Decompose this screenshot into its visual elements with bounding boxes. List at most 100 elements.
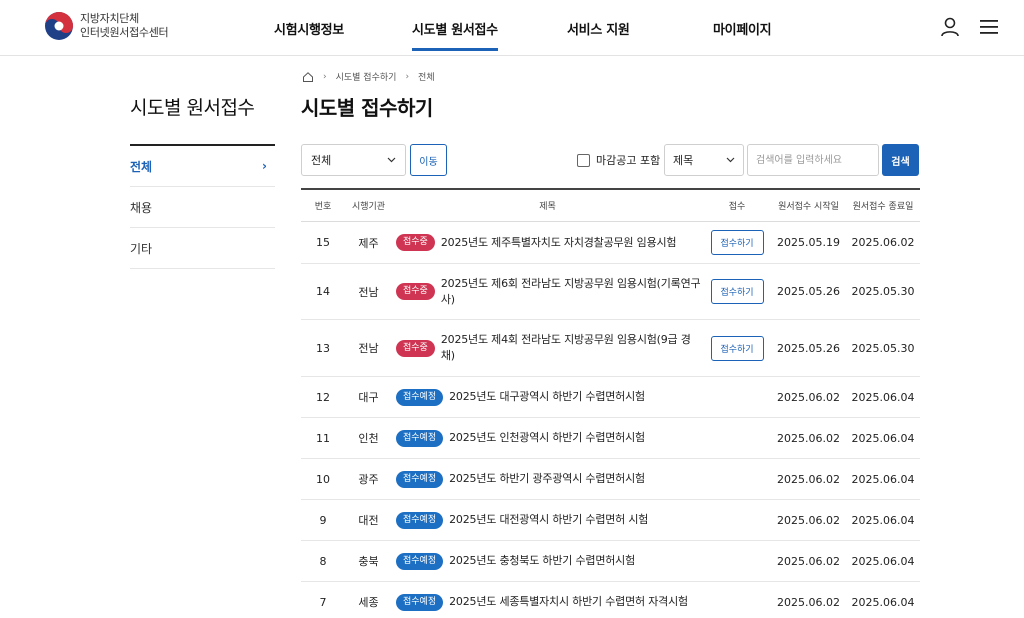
table-row[interactable]: 13 전남 접수중 2025년도 제4회 전라남도 지방공무원 임용시험(9급 경채)… bbox=[301, 320, 920, 377]
cell-title[interactable]: 접수예정 2025년도 충청북도 하반기 수렵면허시험 bbox=[392, 552, 703, 570]
cell-org: 전남 bbox=[358, 285, 379, 299]
table-row[interactable]: 9 대전 접수예정 2025년도 대전광역시 하반기 수렵면허 시험 2025.06.0… bbox=[301, 500, 920, 541]
category-select-value: 전체 bbox=[311, 154, 332, 167]
checkbox-box[interactable] bbox=[577, 153, 590, 167]
cell-org: 대구 bbox=[358, 391, 379, 404]
breadcrumb-separator-icon: › bbox=[405, 71, 410, 82]
col-header-no: 번호 bbox=[314, 202, 332, 212]
exam-title-link[interactable]: 2025년도 제주특별자치도 자치경찰공무원 임용시험 bbox=[441, 235, 677, 251]
cell-no: 11 bbox=[316, 431, 330, 445]
menu-icon[interactable] bbox=[978, 16, 1000, 38]
search-button[interactable]: 검색 bbox=[882, 144, 919, 176]
exam-title-link[interactable]: 2025년도 세종특별자치시 하반기 수렵면허 자격시험 bbox=[449, 594, 688, 610]
table-row[interactable]: 15 제주 접수중 2025년도 제주특별자치도 자치경찰공무원 임용시험 접수하기 20… bbox=[301, 222, 920, 264]
cell-title[interactable]: 접수중 2025년도 제4회 전라남도 지방공무원 임용시험(9급 경채) bbox=[392, 332, 703, 364]
include-closed-label: 마감공고 포함 bbox=[596, 154, 661, 167]
cell-start-date: 2025.06.02 bbox=[777, 390, 840, 404]
col-header-apply: 접수 bbox=[728, 202, 746, 212]
apply-button[interactable]: 접수하기 bbox=[710, 279, 764, 304]
table-row[interactable]: 7 세종 접수예정 2025년도 세종특별자치시 하반기 수렵면허 자격시험 2025.… bbox=[301, 582, 920, 618]
application-table: 번호 시행기관 제목 접수 원서접수 시작일 원서접수 종료일 15 제주 접수중 2… bbox=[301, 188, 920, 618]
include-closed-checkbox[interactable]: 마감공고 포함 bbox=[577, 152, 660, 168]
col-header-title: 제목 bbox=[539, 202, 556, 212]
table-row[interactable]: 11 인천 접수예정 2025년도 인천광역시 하반기 수렵면허시험 2025.06.0… bbox=[301, 418, 920, 459]
category-select[interactable]: 전체 bbox=[301, 144, 406, 176]
logo-line1: 지방자치단체 bbox=[80, 12, 139, 25]
status-badge: 접수예정 bbox=[396, 388, 444, 406]
nav-service-support[interactable]: 서비스 지원 bbox=[567, 19, 630, 38]
chevron-right-icon: › bbox=[262, 159, 267, 173]
col-header-end: 원서접수 종료일 bbox=[852, 202, 914, 212]
cell-title[interactable]: 접수예정 2025년도 하반기 광주광역시 수렵면허시험 bbox=[392, 470, 703, 488]
site-logo[interactable]: 지방자치단체 인터넷원서접수센터 bbox=[44, 11, 169, 41]
cell-start-date: 2025.06.02 bbox=[777, 431, 840, 445]
exam-title-link[interactable]: 2025년도 하반기 광주광역시 수렵면허시험 bbox=[449, 471, 645, 487]
col-header-org: 시행기관 bbox=[351, 202, 386, 212]
cell-end-date: 2025.06.04 bbox=[851, 554, 915, 568]
sidebar-item-label: 채용 bbox=[130, 200, 153, 215]
chevron-down-icon bbox=[387, 157, 396, 163]
sidebar-nav: 전체 › 채용 기타 bbox=[130, 144, 275, 269]
cell-no: 8 bbox=[319, 554, 327, 568]
sidebar-title: 시도별 원서접수 bbox=[130, 97, 255, 119]
cell-start-date: 2025.05.19 bbox=[777, 236, 840, 249]
nav-exam-info[interactable]: 시험시행정보 bbox=[274, 19, 344, 38]
table-row[interactable]: 12 대구 접수예정 2025년도 대구광역시 하반기 수렵면허시험 2025.06.0… bbox=[301, 377, 920, 418]
home-icon[interactable] bbox=[302, 71, 314, 83]
col-header-start: 원서접수 시작일 bbox=[778, 202, 839, 212]
cell-apply: 접수하기 bbox=[703, 279, 771, 304]
cell-title[interactable]: 접수중 2025년도 제주특별자치도 자치경찰공무원 임용시험 bbox=[392, 234, 703, 251]
move-button[interactable]: 이동 bbox=[410, 144, 447, 176]
breadcrumb-item[interactable]: 전체 bbox=[418, 70, 435, 83]
exam-title-link[interactable]: 2025년도 제4회 전라남도 지방공무원 임용시험(9급 경채) bbox=[441, 332, 703, 364]
breadcrumb-item[interactable]: 시도별 접수하기 bbox=[336, 70, 397, 83]
page-title: 시도별 접수하기 bbox=[301, 96, 433, 120]
table-row[interactable]: 8 충북 접수예정 2025년도 충청북도 하반기 수렵면허시험 2025.06.02 2… bbox=[301, 541, 920, 582]
sidebar-item-label: 전체 bbox=[130, 159, 153, 174]
status-badge: 접수중 bbox=[396, 234, 435, 251]
cell-org: 광주 bbox=[358, 473, 379, 486]
apply-button[interactable]: 접수하기 bbox=[710, 230, 764, 255]
user-icon[interactable] bbox=[939, 16, 961, 38]
cell-title[interactable]: 접수중 2025년도 제6회 전라남도 지방공무원 임용시험(기록연구사) bbox=[392, 276, 703, 308]
cell-end-date: 2025.06.04 bbox=[851, 431, 915, 445]
cell-end-date: 2025.05.30 bbox=[851, 341, 915, 355]
chevron-down-icon bbox=[726, 157, 735, 163]
cell-org: 제주 bbox=[358, 236, 379, 250]
exam-title-link[interactable]: 2025년도 충청북도 하반기 수렵면허시험 bbox=[449, 553, 635, 569]
exam-title-link[interactable]: 2025년도 인천광역시 하반기 수렵면허시험 bbox=[449, 430, 645, 446]
cell-no: 10 bbox=[316, 472, 330, 486]
cell-end-date: 2025.06.04 bbox=[851, 595, 915, 609]
status-badge: 접수예정 bbox=[396, 511, 444, 529]
sidebar-item-etc[interactable]: 기타 bbox=[130, 228, 275, 269]
status-badge: 접수예정 bbox=[396, 552, 444, 570]
cell-title[interactable]: 접수예정 2025년도 인천광역시 하반기 수렵면허시험 bbox=[392, 429, 703, 447]
search-input[interactable] bbox=[747, 144, 879, 176]
cell-title[interactable]: 접수예정 2025년도 대구광역시 하반기 수렵면허시험 bbox=[392, 388, 703, 406]
breadcrumb: › 시도별 접수하기 › 전체 bbox=[302, 70, 435, 83]
cell-org: 인천 bbox=[358, 432, 379, 445]
status-badge: 접수중 bbox=[396, 283, 435, 300]
status-badge: 접수예정 bbox=[396, 429, 444, 447]
cell-start-date: 2025.06.02 bbox=[777, 554, 840, 568]
exam-title-link[interactable]: 2025년도 제6회 전라남도 지방공무원 임용시험(기록연구사) bbox=[441, 276, 703, 308]
table-row[interactable]: 14 전남 접수중 2025년도 제6회 전라남도 지방공무원 임용시험(기록연구사)… bbox=[301, 264, 920, 320]
nav-mypage[interactable]: 마이페이지 bbox=[713, 19, 772, 38]
cell-end-date: 2025.06.02 bbox=[851, 236, 915, 249]
search-field-select[interactable]: 제목 bbox=[664, 144, 744, 176]
cell-title[interactable]: 접수예정 2025년도 대전광역시 하반기 수렵면허 시험 bbox=[392, 511, 703, 529]
breadcrumb-separator-icon: › bbox=[323, 71, 327, 82]
status-badge: 접수중 bbox=[396, 339, 435, 357]
cell-apply: 접수하기 bbox=[703, 230, 771, 255]
sidebar-item-label: 기타 bbox=[130, 241, 153, 256]
cell-org: 전남 bbox=[358, 342, 379, 355]
sidebar-item-all[interactable]: 전체 › bbox=[130, 146, 275, 187]
cell-title[interactable]: 접수예정 2025년도 세종특별자치시 하반기 수렵면허 자격시험 bbox=[392, 593, 703, 611]
sidebar-item-recruit[interactable]: 채용 bbox=[130, 187, 275, 228]
table-row[interactable]: 10 광주 접수예정 2025년도 하반기 광주광역시 수렵면허시험 2025.06.0… bbox=[301, 459, 920, 500]
nav-regional-application[interactable]: 시도별 원서접수 bbox=[412, 19, 498, 51]
site-header: 지방자치단체 인터넷원서접수센터 시험시행정보 시도별 원서접수 서비스 지원 … bbox=[0, 0, 1024, 56]
exam-title-link[interactable]: 2025년도 대구광역시 하반기 수렵면허시험 bbox=[449, 389, 645, 405]
apply-button[interactable]: 접수하기 bbox=[710, 335, 764, 361]
exam-title-link[interactable]: 2025년도 대전광역시 하반기 수렵면허 시험 bbox=[449, 512, 648, 528]
